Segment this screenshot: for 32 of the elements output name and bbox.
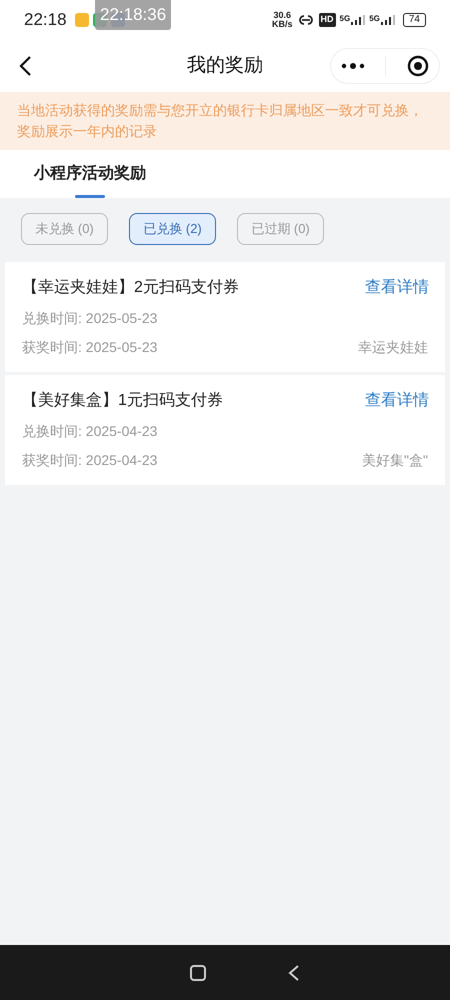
back-icon[interactable] (18, 55, 32, 77)
signal-icon (351, 15, 366, 25)
hd-badge: HD (318, 13, 336, 27)
filter-chip[interactable]: 未兑换 (0) (21, 213, 108, 245)
back-icon[interactable] (287, 964, 301, 982)
filter-chip[interactable]: 已兑换 (2) (129, 213, 216, 245)
link-icon (296, 14, 315, 26)
activity-name: 幸运夹娃娃 (358, 338, 428, 357)
network-type: 5G (340, 15, 350, 23)
network-type: 5G (369, 15, 380, 23)
notice-text: 当地活动获得的奖励需与您开立的银行卡归属地区一致才可兑换，奖励展示一年内的记录 (17, 101, 424, 141)
home-icon[interactable] (189, 964, 207, 982)
status-time: 22:18 (24, 9, 67, 32)
battery-indicator: 74 (402, 13, 426, 27)
redeem-time: 兑换时间: 2025-05-23 (22, 309, 158, 328)
details-link[interactable]: 查看详情 (365, 389, 429, 413)
award-time: 获奖时间: 2025-04-23 (22, 451, 158, 470)
redeem-time: 兑换时间: 2025-04-23 (22, 422, 158, 441)
close-icon[interactable] (406, 55, 429, 77)
page-title: 我的奖励 (187, 54, 263, 78)
reward-title: 【幸运夹娃娃】2元扫码支付券 (22, 278, 239, 298)
clock-overlay: 22:18:36 (95, 0, 172, 30)
network-speed: 30.6 (274, 11, 292, 20)
activity-name: 美好集"盒" (362, 451, 428, 470)
reward-title: 【美好集盒】1元扫码支付券 (22, 390, 223, 411)
speed-unit: KB/s (272, 20, 293, 29)
more-icon[interactable] (341, 63, 366, 69)
app-notification-icon (74, 13, 89, 27)
filter-chip[interactable]: 已过期 (0) (237, 213, 324, 245)
award-time: 获奖时间: 2025-05-23 (22, 338, 158, 357)
signal-icon (380, 15, 395, 25)
details-link[interactable]: 查看详情 (365, 276, 429, 300)
